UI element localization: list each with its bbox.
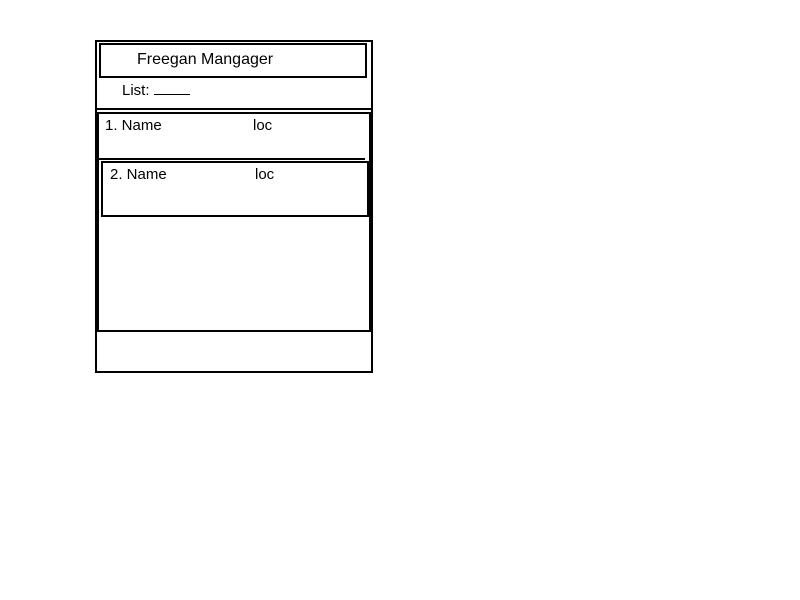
app-title: Freegan Mangager (137, 51, 274, 68)
header-divider (97, 108, 371, 110)
item-location: loc (255, 166, 275, 183)
list-selector[interactable]: List: (122, 80, 190, 99)
list-item[interactable]: 2. Name loc (101, 161, 369, 217)
title-bar: Freegan Mangager (99, 43, 367, 78)
list-label: List: (122, 82, 150, 99)
app-frame: Freegan Mangager List: 1. Name loc 2. Na… (95, 40, 373, 373)
item-name: 2. Name (110, 166, 167, 183)
list-blank-field[interactable] (153, 80, 190, 95)
list-item[interactable]: 1. Name loc (99, 114, 365, 160)
item-location: loc (253, 117, 273, 134)
bottom-bar (97, 332, 371, 371)
item-name: 1. Name (105, 117, 162, 134)
item-list: 1. Name loc 2. Name loc (97, 112, 371, 332)
